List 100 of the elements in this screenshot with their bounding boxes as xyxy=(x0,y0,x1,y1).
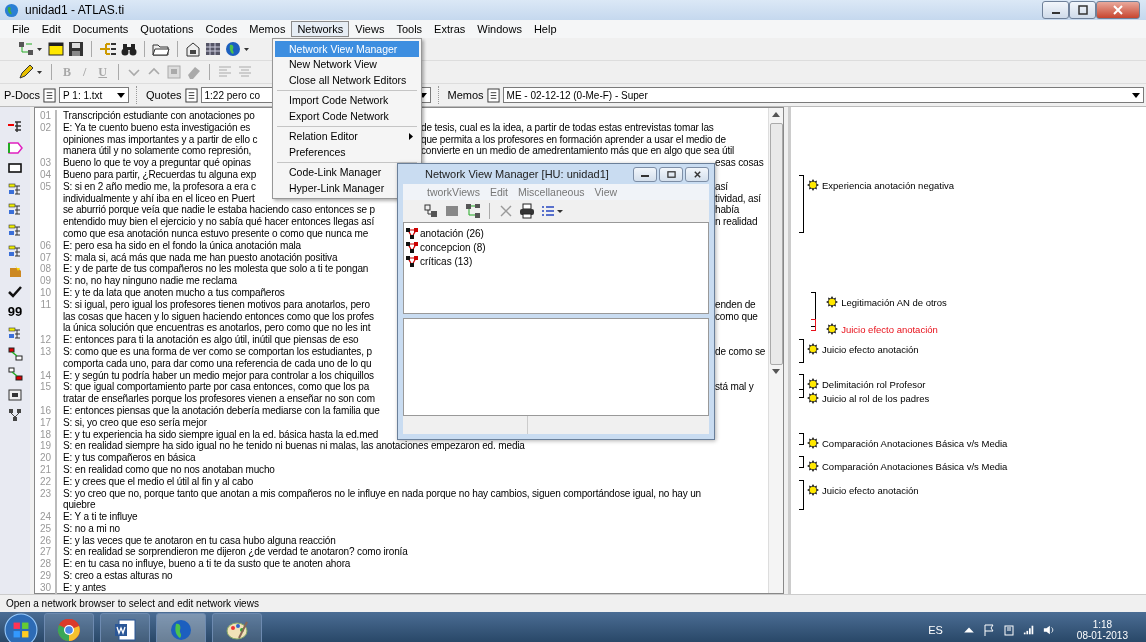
device-icon[interactable] xyxy=(1002,624,1015,636)
code-label[interactable]: Juicio efecto anotación xyxy=(822,484,919,496)
code-icon[interactable] xyxy=(807,460,819,472)
maximize-button[interactable] xyxy=(1069,1,1096,19)
code-label[interactable]: Comparación Anotaciones Básica v/s Media xyxy=(822,437,1008,449)
scroll-up-icon[interactable] xyxy=(772,112,780,117)
code-tree-icon[interactable] xyxy=(99,41,117,57)
square-icon[interactable] xyxy=(444,203,460,219)
clock[interactable]: 1:18 08-01-2013 xyxy=(1076,619,1128,641)
code-icon[interactable] xyxy=(807,343,819,355)
menu-item[interactable]: View xyxy=(594,186,618,198)
code-label[interactable]: Juicio efecto anotación xyxy=(822,343,919,355)
minimize-button[interactable] xyxy=(1042,1,1069,19)
list-view-icon[interactable] xyxy=(540,203,564,219)
document-icon xyxy=(113,618,137,642)
transcript-line: E: y las veces que te anotaron en tu casa hubo alguna reacción xyxy=(63,534,336,547)
menu-item[interactable]: Codes xyxy=(199,21,244,37)
window-icon[interactable] xyxy=(48,41,64,57)
menu-item[interactable]: Help xyxy=(527,21,563,37)
pencil-icon[interactable] xyxy=(18,64,44,80)
code-icon[interactable] xyxy=(807,437,819,449)
line-number: 24 xyxy=(35,511,57,523)
code-icon[interactable] xyxy=(807,392,819,404)
pdocs-dropdown[interactable]: P 1: 1.txt xyxy=(59,87,130,103)
code-icon[interactable] xyxy=(826,296,839,308)
menu-item[interactable]: Views xyxy=(349,21,391,37)
transcript-line: manera útil y no solamente como represión, xyxy=(63,145,252,157)
caret-icon xyxy=(1132,92,1140,98)
relation-icon[interactable] xyxy=(7,345,23,362)
code-label[interactable]: Experiencia anotación negativa xyxy=(822,179,955,191)
menu-item[interactable]: Import Code Network xyxy=(275,92,419,108)
menu-item[interactable]: Close all Network Editors xyxy=(275,72,419,88)
minimize-button[interactable] xyxy=(633,166,657,182)
document-icon[interactable] xyxy=(43,87,57,103)
frame-icon[interactable] xyxy=(7,386,23,403)
grid-icon[interactable] xyxy=(205,41,221,57)
menu-item[interactable]: Preferences xyxy=(275,144,419,160)
code-label[interactable]: Juicio efecto anotación xyxy=(841,323,938,335)
memos-dropdown[interactable]: ME - 02-12-12 (0-Me-F) - Super xyxy=(502,87,1144,103)
menu-item[interactable]: Edit xyxy=(489,186,508,198)
network-icon[interactable] xyxy=(18,41,44,57)
menu-item[interactable]: File xyxy=(6,21,36,37)
binoculars-icon[interactable] xyxy=(121,41,137,57)
code-icon[interactable] xyxy=(807,484,819,496)
speaker-icon[interactable] xyxy=(1042,624,1055,636)
flag-icon[interactable] xyxy=(982,624,995,636)
network-view-item[interactable]: críticas (13) xyxy=(420,255,473,267)
house-icon[interactable] xyxy=(185,41,201,57)
network-icon[interactable] xyxy=(465,203,481,219)
scrollbar[interactable] xyxy=(768,108,783,593)
language-indicator[interactable]: ES xyxy=(928,624,943,636)
quote-icon[interactable]: 99 xyxy=(7,304,23,321)
menu-item[interactable]: Relation Editor xyxy=(275,128,419,144)
code-icon[interactable] xyxy=(807,378,819,390)
transcript-line: que permita a los profesores en formación aprender a usar el medio de xyxy=(421,133,726,146)
menu-item[interactable]: Miscellaneous xyxy=(518,186,585,198)
network-view-item[interactable]: concepcion (8) xyxy=(420,241,486,253)
menu-item[interactable]: Tools xyxy=(390,21,429,37)
code-icon[interactable] xyxy=(807,179,819,191)
document-icon[interactable] xyxy=(486,87,500,103)
transcript-line: entendido muy bien el ejercicio y no sabía qué hacer entonces llegas así xyxy=(63,216,375,228)
code-label[interactable]: Juicio al rol de los padres xyxy=(822,392,930,404)
quote-add-icon[interactable] xyxy=(7,119,23,135)
folder-icon[interactable] xyxy=(152,41,170,57)
menu-item[interactable]: New Network View xyxy=(275,56,419,72)
line-number: 22 xyxy=(35,475,57,488)
taskbar-button[interactable] xyxy=(44,613,94,642)
printer-icon[interactable] xyxy=(519,203,535,219)
document-icon[interactable] xyxy=(184,87,198,103)
restore-button[interactable] xyxy=(659,166,683,182)
list-icon[interactable] xyxy=(7,180,23,197)
code-icon[interactable] xyxy=(826,323,839,335)
close-button[interactable] xyxy=(685,166,709,182)
menu-item[interactable]: Documents xyxy=(66,21,135,37)
taskbar-button[interactable] xyxy=(100,613,150,642)
save-icon[interactable] xyxy=(68,41,84,57)
menu-item[interactable]: Export Code Network xyxy=(275,108,419,124)
code-label[interactable]: Legitimación AN de otros xyxy=(841,296,947,308)
network-icon[interactable] xyxy=(7,407,23,424)
code-tag-icon[interactable] xyxy=(7,139,23,156)
menu-item[interactable]: Memos xyxy=(243,21,292,37)
menu-item[interactable]: tworkViews xyxy=(427,186,480,198)
globe-icon[interactable] xyxy=(225,41,251,57)
scroll-down-icon[interactable] xyxy=(772,369,780,374)
menu-item[interactable]: Edit xyxy=(35,21,67,37)
code-label[interactable]: Delimitación rol Profesor xyxy=(822,378,926,390)
menu-item[interactable]: Networks xyxy=(291,21,350,37)
line-number: 23 xyxy=(35,487,57,500)
taskbar-button[interactable] xyxy=(212,613,262,642)
relation-icon[interactable] xyxy=(7,366,23,383)
network-view-item[interactable]: anotación (26) xyxy=(420,227,484,239)
start-button[interactable] xyxy=(4,613,38,642)
signal-icon[interactable] xyxy=(1022,624,1035,636)
transcript-line: E: y crees que el medio el útil al fin y al cabo xyxy=(63,475,254,488)
code-label[interactable]: Comparación Anotaciones Básica v/s Media xyxy=(822,460,1008,472)
menu-item[interactable]: Extras xyxy=(428,21,472,37)
transcript-line: esas cosas xyxy=(715,157,764,169)
menu-item[interactable]: Quotations xyxy=(134,21,200,37)
network-icon[interactable] xyxy=(423,203,439,219)
menu-item[interactable]: Windows xyxy=(471,21,528,37)
